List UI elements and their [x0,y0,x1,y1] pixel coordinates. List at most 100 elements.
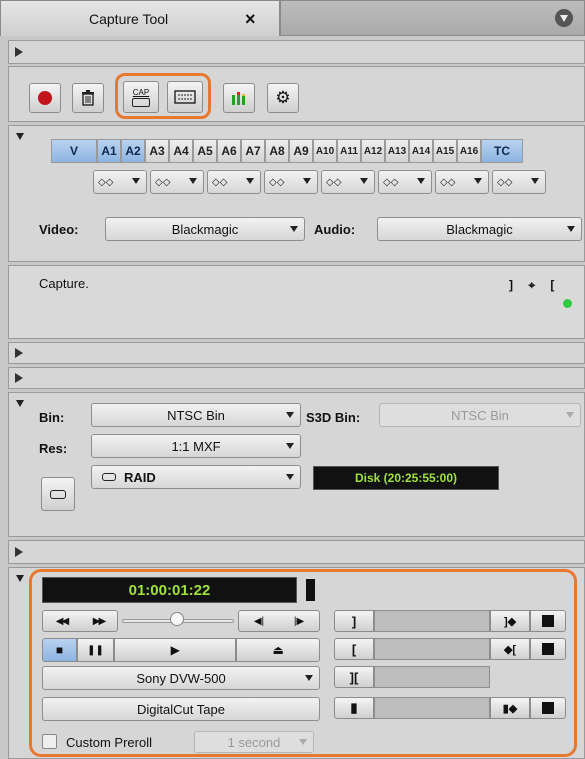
collapse-triangle-icon[interactable] [16,133,24,140]
collapse-triangle-icon[interactable] [16,400,24,407]
tab-capture-tool[interactable]: Capture Tool × [0,0,280,36]
trash-button[interactable] [72,83,104,113]
chevron-down-icon [417,178,425,184]
audio-pair-row: ◇◇ ◇◇ ◇◇ ◇◇ ◇◇ ◇◇ ◇◇ ◇◇ [93,170,546,194]
track-a9[interactable]: A9 [289,139,313,163]
track-a5[interactable]: A5 [193,139,217,163]
clear-out-button[interactable] [530,638,566,660]
go-to-mark-out-button[interactable]: ◆[ [490,638,530,660]
chevron-down-icon [360,178,368,184]
trash-icon [82,90,94,106]
mark-out-field[interactable] [374,638,490,660]
track-a10[interactable]: A10 [313,139,337,163]
mark-in-icon: ] [351,613,357,629]
expand-triangle-icon[interactable] [15,547,23,557]
track-a14[interactable]: A14 [409,139,433,163]
audio-pair-3-4[interactable]: ◇◇ [150,170,204,194]
rewind-button[interactable]: ◀◀ [56,616,69,627]
track-a11[interactable]: A11 [337,139,361,163]
chevron-down-icon [299,739,307,745]
audio-pair-1-2[interactable]: ◇◇ [93,170,147,194]
collapse-triangle-icon[interactable] [16,575,24,582]
single-drive-toggle[interactable] [41,477,75,511]
go-to-out-icon: ◆[ [503,643,517,656]
collapsed-section-3[interactable] [8,367,585,389]
deck-button[interactable] [167,81,203,113]
go-to-in-icon: ]◆ [503,615,517,628]
drive-icon [50,489,66,499]
collapsed-section-4[interactable] [8,540,585,564]
expand-triangle-icon[interactable] [15,47,23,57]
play-button[interactable]: ▶ [113,638,237,662]
settings-button[interactable]: ⚙ [267,83,299,113]
track-a7[interactable]: A7 [241,139,265,163]
cue-button[interactable]: ▮ [334,697,374,719]
duration-field[interactable] [374,666,490,688]
track-a16[interactable]: A16 [457,139,481,163]
stop-button[interactable]: ■ [42,638,78,662]
mark-out-button[interactable]: [ [334,638,374,660]
chevron-down-icon [303,178,311,184]
chevron-down-icon [286,443,294,449]
audio-source-value: Blackmagic [446,221,513,237]
audio-pair-7-8[interactable]: ◇◇ [264,170,318,194]
shuttle-slider-knob[interactable] [170,612,184,626]
audio-source-dropdown[interactable]: Blackmagic [377,217,582,241]
go-to-mark-in-button[interactable]: ]◆ [490,610,530,632]
audio-pair-9-10[interactable]: ◇◇ [321,170,375,194]
drive-dropdown[interactable]: RAID [91,465,301,489]
go-to-cue-button[interactable]: ▮◆ [490,697,530,719]
track-a1[interactable]: A1 [97,139,121,163]
fast-forward-button[interactable]: ▶▶ [93,616,106,627]
s3d-bin-value: NTSC Bin [451,407,509,423]
step-forward-button[interactable]: |▶ [294,616,304,627]
audio-pair-5-6[interactable]: ◇◇ [207,170,261,194]
track-a8[interactable]: A8 [265,139,289,163]
deck-name: Sony DVW-500 [136,670,226,686]
track-a12[interactable]: A12 [361,139,385,163]
audio-pair-13-14[interactable]: ◇◇ [435,170,489,194]
track-tc[interactable]: TC [481,139,523,163]
resolution-dropdown[interactable]: 1:1 MXF [91,434,301,458]
deck-select-dropdown[interactable]: Sony DVW-500 [42,666,320,690]
rew-ff-group: ◀◀ ▶▶ [42,610,118,632]
video-source-dropdown[interactable]: Blackmagic [105,217,305,241]
panel-menu-button[interactable] [555,9,573,27]
eject-button[interactable]: ⏏ [236,638,320,662]
track-a15[interactable]: A15 [433,139,457,163]
audio-pair-15-16[interactable]: ◇◇ [492,170,546,194]
clear-cue-icon [542,702,554,714]
close-icon[interactable]: × [245,9,256,30]
expand-triangle-icon[interactable] [15,348,23,358]
cue-field[interactable] [374,697,490,719]
track-a4[interactable]: A4 [169,139,193,163]
toolbar: CAP ⚙ [8,66,585,122]
chevron-down-icon [246,178,254,184]
clear-in-button[interactable] [530,610,566,632]
pair-label: ◇◇ [98,176,114,188]
tape-name-button[interactable]: DigitalCut Tape [42,697,320,721]
track-a13[interactable]: A13 [385,139,409,163]
step-back-button[interactable]: ◀| [254,616,264,627]
go-to-cue-icon: ▮◆ [502,702,518,715]
track-a2[interactable]: A2 [121,139,145,163]
collapsed-section-2[interactable] [8,342,585,364]
capture-mode-button[interactable]: CAP [123,81,159,113]
clear-cue-button[interactable] [530,697,566,719]
record-button[interactable] [29,83,61,113]
gear-icon: ⚙ [275,88,291,107]
bin-dropdown[interactable]: NTSC Bin [91,403,301,427]
track-v[interactable]: V [51,139,97,163]
track-a3[interactable]: A3 [145,139,169,163]
expand-triangle-icon[interactable] [15,373,23,383]
audio-pair-11-12[interactable]: ◇◇ [378,170,432,194]
mark-in-button[interactable]: ] [334,610,374,632]
mark-in-field[interactable] [374,610,490,632]
custom-preroll-checkbox[interactable] [42,734,57,749]
chevron-down-icon [531,178,539,184]
pause-button[interactable]: ❚❚ [77,638,114,662]
audio-meter-button[interactable] [223,83,255,113]
duration-button[interactable]: ][ [334,666,374,688]
track-a6[interactable]: A6 [217,139,241,163]
collapsed-section-1[interactable] [8,40,585,64]
